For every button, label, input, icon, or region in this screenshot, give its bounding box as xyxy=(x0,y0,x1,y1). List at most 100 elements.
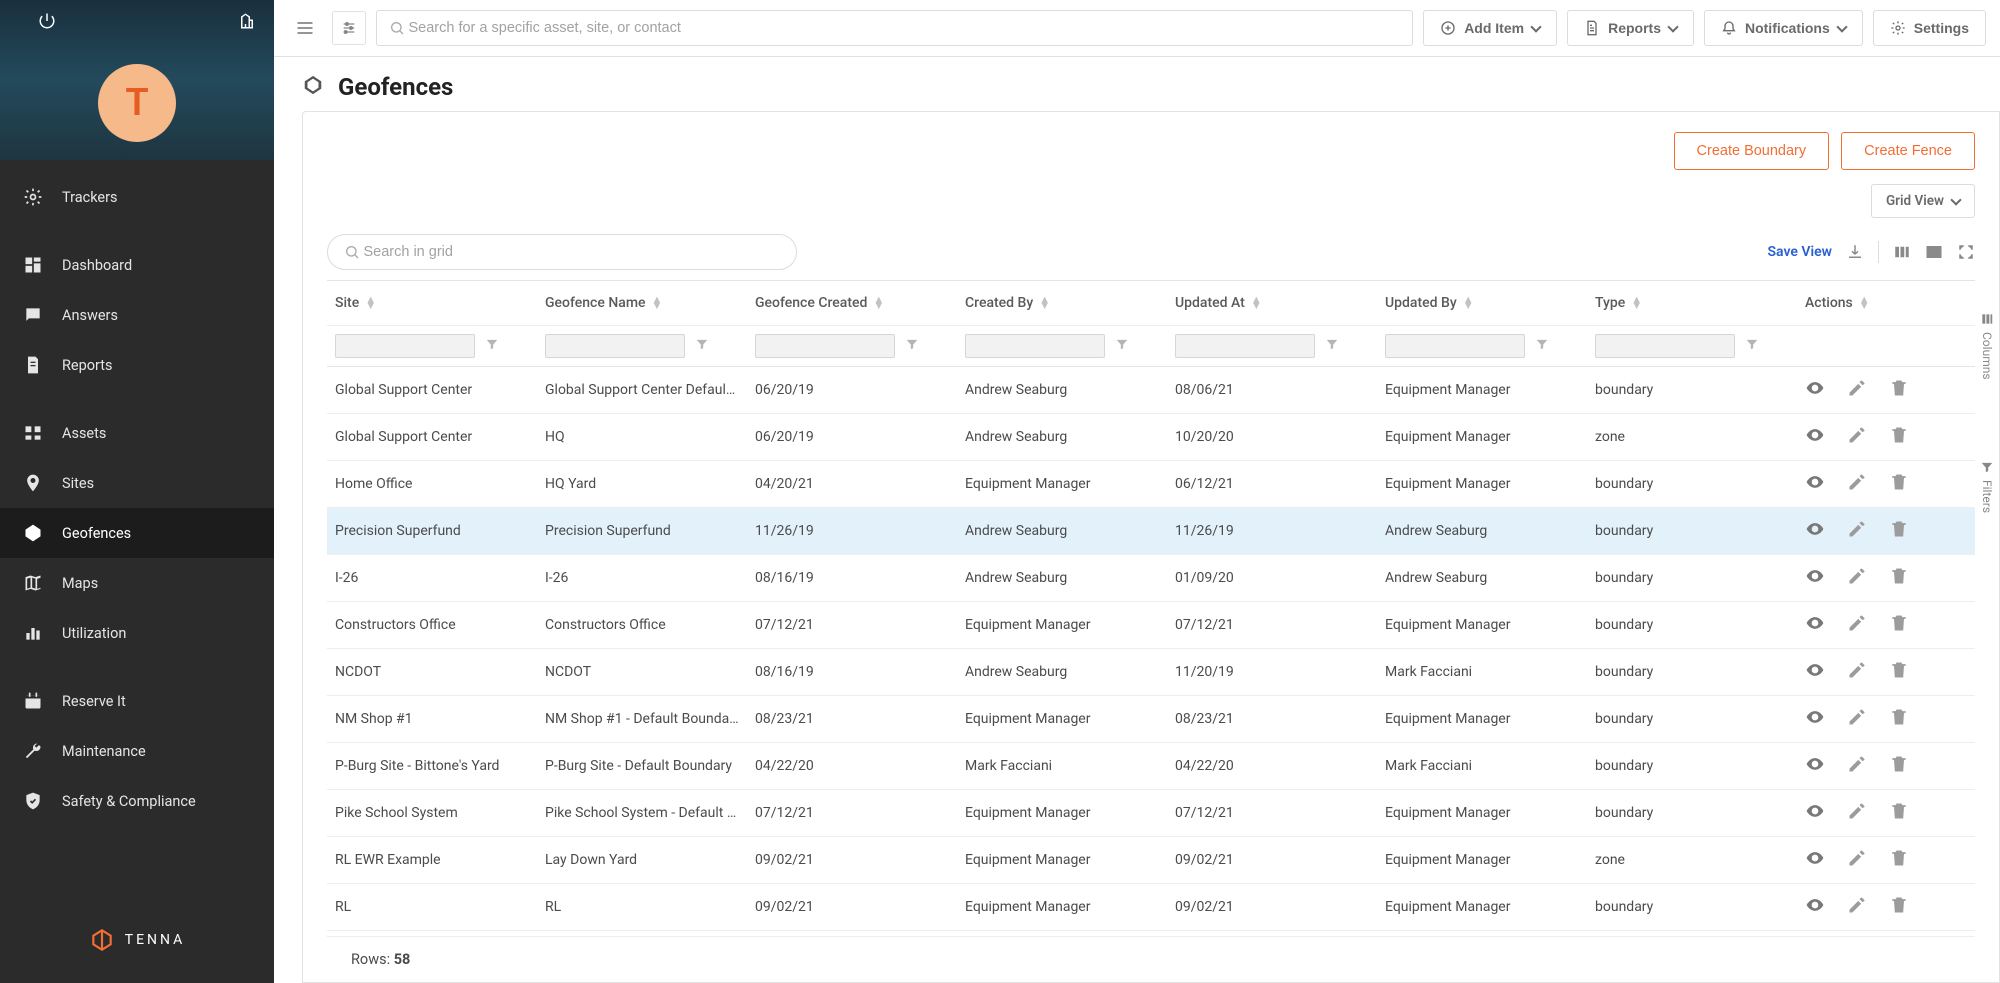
edit-icon[interactable] xyxy=(1847,801,1867,825)
delete-icon[interactable] xyxy=(1889,707,1909,731)
notifications-button[interactable]: Notifications xyxy=(1704,10,1863,46)
save-view-link[interactable]: Save View xyxy=(1768,244,1833,260)
delete-icon[interactable] xyxy=(1889,895,1909,919)
expand-card-icon[interactable] xyxy=(1925,243,1943,261)
delete-icon[interactable] xyxy=(1889,472,1909,496)
table-row[interactable]: Precision SuperfundPrecision Superfund11… xyxy=(327,508,1975,555)
avatar[interactable]: T xyxy=(98,64,176,142)
delete-icon[interactable] xyxy=(1889,613,1909,637)
sliders-icon[interactable] xyxy=(332,11,366,45)
table-row[interactable]: RLRL09/02/21Equipment Manager09/02/21Equ… xyxy=(327,884,1975,931)
delete-icon[interactable] xyxy=(1889,754,1909,778)
edit-icon[interactable] xyxy=(1847,848,1867,872)
edit-icon[interactable] xyxy=(1847,754,1867,778)
edit-icon[interactable] xyxy=(1847,660,1867,684)
sidebar-item-safety[interactable]: Safety & Compliance xyxy=(0,776,274,826)
delete-icon[interactable] xyxy=(1889,425,1909,449)
filter-input-type[interactable] xyxy=(1595,334,1735,358)
filter-input-created_by[interactable] xyxy=(965,334,1105,358)
building-icon[interactable] xyxy=(238,12,256,34)
edit-icon[interactable] xyxy=(1847,613,1867,637)
column-header-created_by[interactable]: Created By▲▼ xyxy=(957,281,1167,326)
column-header-type[interactable]: Type▲▼ xyxy=(1587,281,1797,326)
column-header-actions[interactable]: Actions▲▼ xyxy=(1797,281,1975,326)
delete-icon[interactable] xyxy=(1889,848,1909,872)
sidebar-item-sites[interactable]: Sites xyxy=(0,458,274,508)
filter-input-geofence_created[interactable] xyxy=(755,334,895,358)
columns-icon[interactable] xyxy=(1893,243,1911,261)
filter-input-updated_at[interactable] xyxy=(1175,334,1315,358)
column-header-geofence_name[interactable]: Geofence Name▲▼ xyxy=(537,281,747,326)
table-row[interactable]: NM Shop #1NM Shop #1 - Default Boundary0… xyxy=(327,696,1975,743)
view-icon[interactable] xyxy=(1805,425,1825,449)
edit-icon[interactable] xyxy=(1847,472,1867,496)
filter-input-updated_by[interactable] xyxy=(1385,334,1525,358)
edit-icon[interactable] xyxy=(1847,566,1867,590)
column-header-updated_at[interactable]: Updated At▲▼ xyxy=(1167,281,1377,326)
view-icon[interactable] xyxy=(1805,895,1825,919)
create-boundary-button[interactable]: Create Boundary xyxy=(1674,132,1830,170)
filter-icon[interactable] xyxy=(1325,337,1339,351)
table-row[interactable]: I-26I-2608/16/19Andrew Seaburg01/09/20An… xyxy=(327,555,1975,602)
table-row[interactable]: Global Support CenterGlobal Support Cent… xyxy=(327,367,1975,414)
global-search[interactable] xyxy=(376,10,1413,46)
table-row[interactable]: NCDOTNCDOT08/16/19Andrew Seaburg11/20/19… xyxy=(327,649,1975,696)
table-row[interactable]: P-Burg Site - Bittone's YardP-Burg Site … xyxy=(327,743,1975,790)
delete-icon[interactable] xyxy=(1889,660,1909,684)
grid-search-input[interactable] xyxy=(363,244,780,260)
fullscreen-icon[interactable] xyxy=(1957,243,1975,261)
view-icon[interactable] xyxy=(1805,613,1825,637)
edit-icon[interactable] xyxy=(1847,378,1867,402)
hamburger-icon[interactable] xyxy=(288,11,322,45)
edit-icon[interactable] xyxy=(1847,519,1867,543)
delete-icon[interactable] xyxy=(1889,566,1909,590)
edit-icon[interactable] xyxy=(1847,707,1867,731)
add-item-button[interactable]: Add Item xyxy=(1423,10,1557,46)
grid-wrap[interactable]: Site▲▼Geofence Name▲▼Geofence Created▲▼C… xyxy=(327,280,1975,936)
grid-search[interactable] xyxy=(327,234,797,270)
global-search-input[interactable] xyxy=(408,20,1400,36)
table-row[interactable]: Global Support CenterHQ06/20/19Andrew Se… xyxy=(327,414,1975,461)
grid-view-select[interactable]: Grid View xyxy=(1871,184,1975,218)
filter-input-geofence_name[interactable] xyxy=(545,334,685,358)
view-icon[interactable] xyxy=(1805,848,1825,872)
table-row[interactable]: Home OfficeHQ Yard04/20/21Equipment Mana… xyxy=(327,461,1975,508)
table-row[interactable]: Constructors OfficeConstructors Office07… xyxy=(327,602,1975,649)
reports-button[interactable]: Reports xyxy=(1567,10,1694,46)
view-icon[interactable] xyxy=(1805,754,1825,778)
column-header-geofence_created[interactable]: Geofence Created▲▼ xyxy=(747,281,957,326)
filter-icon[interactable] xyxy=(485,337,499,351)
edit-icon[interactable] xyxy=(1847,425,1867,449)
sidebar-item-dashboard[interactable]: Dashboard xyxy=(0,240,274,290)
view-icon[interactable] xyxy=(1805,519,1825,543)
column-header-site[interactable]: Site▲▼ xyxy=(327,281,537,326)
filter-icon[interactable] xyxy=(905,337,919,351)
sidebar-item-reports[interactable]: Reports xyxy=(0,340,274,390)
sidebar-item-geofences[interactable]: Geofences xyxy=(0,508,274,558)
sidebar-item-maps[interactable]: Maps xyxy=(0,558,274,608)
filter-icon[interactable] xyxy=(1745,337,1759,351)
download-icon[interactable] xyxy=(1846,243,1864,261)
sidebar-item-answers[interactable]: Answers xyxy=(0,290,274,340)
view-icon[interactable] xyxy=(1805,660,1825,684)
filter-input-site[interactable] xyxy=(335,334,475,358)
sidebar-item-utilization[interactable]: Utilization xyxy=(0,608,274,658)
view-icon[interactable] xyxy=(1805,707,1825,731)
edit-icon[interactable] xyxy=(1847,895,1867,919)
rail-filters[interactable]: Filters xyxy=(1980,460,1994,513)
table-row[interactable]: RL EWR ExampleLay Down Yard09/02/21Equip… xyxy=(327,837,1975,884)
sidebar-item-reserve-it[interactable]: Reserve It xyxy=(0,676,274,726)
delete-icon[interactable] xyxy=(1889,519,1909,543)
sidebar-item-assets[interactable]: Assets xyxy=(0,408,274,458)
view-icon[interactable] xyxy=(1805,566,1825,590)
filter-icon[interactable] xyxy=(695,337,709,351)
view-icon[interactable] xyxy=(1805,801,1825,825)
rail-columns[interactable]: Columns xyxy=(1980,312,1994,380)
table-row[interactable]: Pike School SystemPike School System - D… xyxy=(327,790,1975,837)
power-icon[interactable] xyxy=(38,12,56,34)
sidebar-item-maintenance[interactable]: Maintenance xyxy=(0,726,274,776)
delete-icon[interactable] xyxy=(1889,801,1909,825)
filter-icon[interactable] xyxy=(1535,337,1549,351)
delete-icon[interactable] xyxy=(1889,378,1909,402)
settings-button[interactable]: Settings xyxy=(1873,10,1986,46)
